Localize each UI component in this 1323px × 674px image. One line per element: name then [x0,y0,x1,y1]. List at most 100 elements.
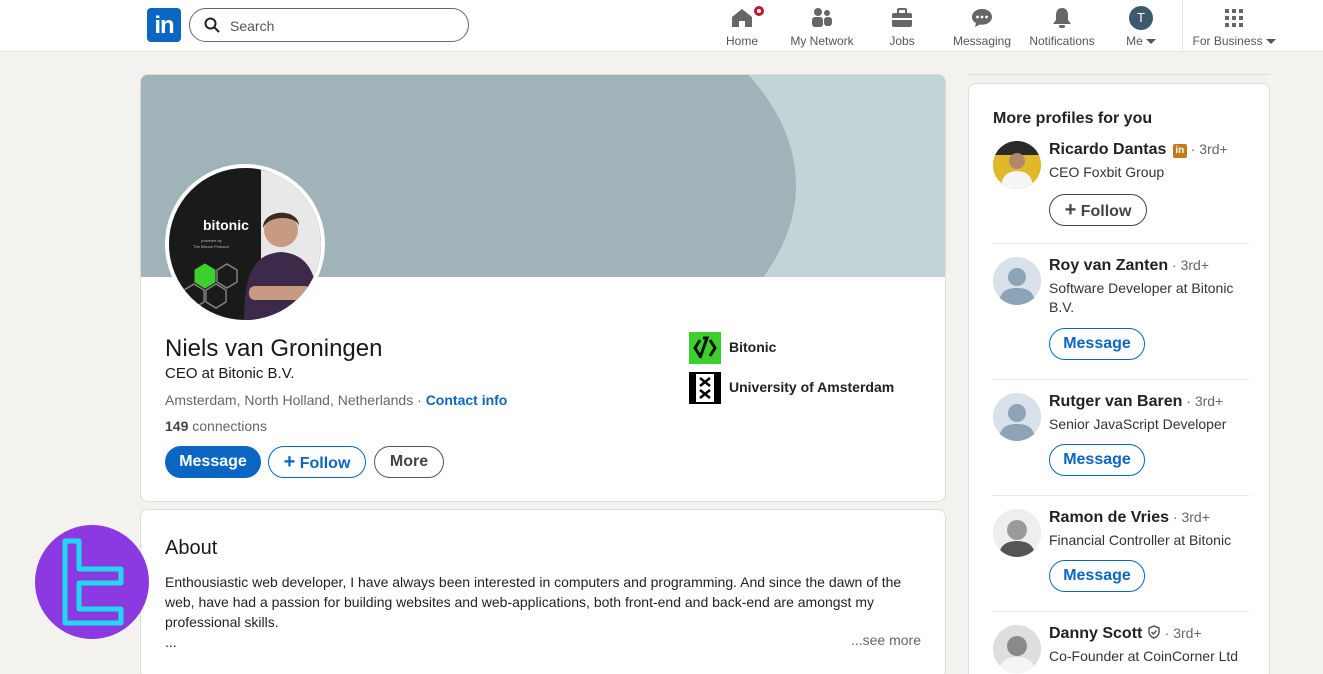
profile-headline: Co-Founder at CoinCorner Ltd [1049,648,1239,664]
about-card: About Enthousiastic web developer, I hav… [140,509,946,674]
tc-logo-badge [35,525,149,639]
nav-me-label: Me [1126,34,1143,48]
more-profiles-title: More profiles for you [993,110,1153,127]
nav-home-label: Home [725,34,758,48]
follow-label: Follow [1080,203,1132,220]
profile-headline: Senior JavaScript Developer [1049,416,1227,432]
degree-label: · 3rd+ [1186,141,1228,157]
nav-for-business-label: For Business [1192,34,1263,48]
nav-jobs-label: Jobs [889,34,915,48]
avatar[interactable] [993,257,1041,305]
avatar[interactable] [993,141,1041,189]
profile-photo-icon [993,625,1041,673]
search-icon [204,17,220,33]
org-uva-name: University of Amsterdam [729,379,895,395]
home-icon [732,9,752,27]
chevron-down-icon [1265,39,1276,45]
grid-icon [1225,9,1243,27]
profile-headline: Financial Controller at Bitonic [1049,532,1232,548]
connections-label: connections [188,418,267,434]
profile-name[interactable]: Roy van Zanten [1049,257,1168,274]
profile-name[interactable]: Ramon de Vries [1049,509,1169,526]
nav-for-business[interactable]: For Business [1192,4,1276,48]
suggested-profile[interactable]: Roy van Zanten · 3rd+ Software Developer… [993,257,1249,367]
search-bar[interactable]: Search [189,8,469,42]
avatar[interactable] [993,509,1041,557]
notification-dot [752,4,766,18]
degree-label: · 3rd+ [1168,257,1209,273]
default-avatar-icon [993,393,1041,441]
suggested-profile[interactable]: Danny Scott · 3rd+ Co-Founder at CoinCor… [993,625,1249,674]
about-title: About [165,537,218,559]
profile-card: bitonic powered by The Bitcoin Protocol … [140,74,946,502]
divider [993,495,1249,496]
nav-me[interactable]: T Me [1120,4,1162,48]
profile-headline: Software Developer at Bitonic B.V. [1049,280,1234,315]
plus-icon: + [283,451,296,473]
nav-divider [1182,0,1183,52]
profile-photo-icon [993,509,1041,557]
briefcase-icon [892,8,912,27]
profile-photo-image [169,168,321,320]
nav-home[interactable]: Home [722,4,766,48]
avatar[interactable] [993,393,1041,441]
default-avatar-icon [993,257,1041,305]
nav-my-network[interactable]: My Network [788,4,856,48]
nav-notifications-label: Notifications [1029,34,1095,48]
follow-button[interactable]: + Follow [268,446,366,478]
message-button[interactable]: Message [165,446,261,478]
profile-name[interactable]: Rutger van Baren [1049,393,1182,410]
degree-label: · 3rd+ [1169,509,1210,525]
nav-notifications[interactable]: Notifications [1026,4,1098,48]
people-icon [812,8,832,27]
chat-icon [972,9,992,27]
more-button[interactable]: More [374,446,444,478]
profile-headline: CEO Foxbit Group [1049,164,1165,180]
degree-label: · 3rd+ [1160,625,1202,641]
see-more-link[interactable]: ...see more [851,632,921,648]
search-input[interactable]: Search [230,18,274,34]
suggested-profile[interactable]: Rutger van Baren · 3rd+ Senior JavaScrip… [993,393,1249,483]
user-avatar: T [1129,6,1153,30]
profile-photo-icon [993,141,1041,189]
nav-messaging-label: Messaging [952,34,1012,48]
tc-logo-icon [62,538,124,626]
message-button[interactable]: Message [1049,560,1145,592]
about-body: Enthousiastic web developer, I have alwa… [165,574,902,630]
follow-button[interactable]: + Follow [1049,194,1147,226]
verified-shield-icon [1148,625,1160,639]
more-profiles-card: More profiles for you Ricardo Dantas in … [968,83,1270,674]
bitonic-logo-icon [689,332,721,364]
linkedin-logo[interactable]: in [147,8,181,42]
divider [993,243,1249,244]
profile-name[interactable]: Ricardo Dantas [1049,141,1166,158]
org-bitonic-name: Bitonic [729,339,777,355]
avatar[interactable] [993,625,1041,673]
nav-my-network-label: My Network [790,34,854,48]
message-button[interactable]: Message [1049,328,1145,360]
plus-icon: + [1064,199,1077,221]
photo-tagline-text: powered by [201,238,222,243]
location-separator: · [413,392,426,408]
nav-messaging[interactable]: Messaging [952,4,1012,48]
linkedin-premium-icon: in [1172,144,1187,158]
profile-location: Amsterdam, North Holland, Netherlands · … [165,392,507,408]
photo-tagline2-text: The Bitcoin Protocol [193,244,229,249]
connections-count[interactable]: 149 connections [165,418,267,434]
divider [993,379,1249,380]
photo-brand-text: bitonic [203,217,249,233]
sidebar-top-divider [968,74,1270,75]
profile-name[interactable]: Danny Scott [1049,625,1142,642]
profile-photo[interactable]: bitonic powered by The Bitcoin Protocol [165,164,325,324]
suggested-profile[interactable]: Ramon de Vries · 3rd+ Financial Controll… [993,509,1249,599]
university-logo-icon [689,372,721,404]
contact-info-link[interactable]: Contact info [426,392,508,408]
profile-name: Niels van Groningen [165,335,383,362]
nav-jobs[interactable]: Jobs [882,4,922,48]
degree-label: · 3rd+ [1182,393,1224,409]
message-button[interactable]: Message [1049,444,1145,476]
profile-headline: CEO at Bitonic B.V. [165,365,295,382]
suggested-profile[interactable]: Ricardo Dantas in · 3rd+ CEO Foxbit Grou… [993,141,1249,231]
about-text: Enthousiastic web developer, I have alwa… [165,572,905,652]
chevron-down-icon [1145,39,1156,45]
